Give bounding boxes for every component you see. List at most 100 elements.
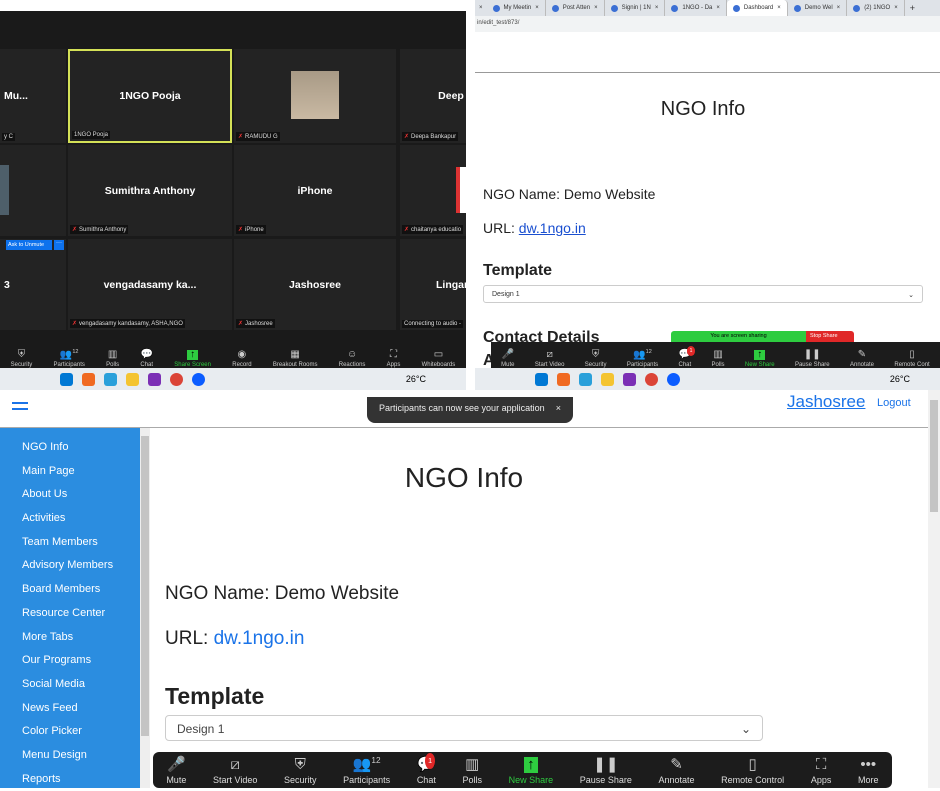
- start-video-button[interactable]: ⧄ Start Video: [213, 757, 257, 786]
- pause-share-button[interactable]: ❚❚ Pause Share: [795, 350, 830, 369]
- folder-icon[interactable]: [601, 372, 614, 386]
- new-tab-button[interactable]: +: [905, 3, 920, 13]
- tab-close-icon[interactable]: ×: [777, 5, 781, 11]
- chat-button[interactable]: 💬 Chat: [140, 350, 153, 369]
- onenote-icon[interactable]: [623, 372, 636, 386]
- browser-tab[interactable]: 1NGO - Da ×: [665, 0, 727, 16]
- participants-button[interactable]: 👥12 Participants: [54, 347, 85, 368]
- edge-icon[interactable]: [535, 372, 548, 386]
- url-link[interactable]: dw.1ngo.in: [214, 628, 305, 649]
- hamburger-menu-icon[interactable]: [12, 402, 28, 410]
- mute-button[interactable]: 🎤 Mute: [501, 350, 514, 369]
- sidebar-item-board-members[interactable]: Board Members: [0, 578, 140, 602]
- sidebar-item-our-programs[interactable]: Our Programs: [0, 649, 140, 673]
- toast-close-button[interactable]: ×: [556, 403, 561, 413]
- remote-cont-button[interactable]: ▯ Remote Cont: [894, 350, 929, 369]
- sidebar-item-main-page[interactable]: Main Page: [0, 460, 140, 484]
- video-tile[interactable]: iPhone ✗ iPhone: [234, 145, 396, 236]
- tab-close-icon[interactable]: ×: [716, 5, 720, 11]
- zoom-icon[interactable]: [667, 372, 680, 386]
- video-tile[interactable]: vengadasamy ka... ✗ vengadasamy kandasamy,…: [68, 239, 232, 330]
- security-button[interactable]: ⛨ Security: [11, 350, 33, 369]
- tab-close-icon[interactable]: ×: [894, 5, 898, 11]
- share-screen-button[interactable]: ↑ Share Screen: [174, 350, 211, 369]
- sidebar-item-menu-design[interactable]: Menu Design: [0, 744, 140, 768]
- start-video-button[interactable]: ⧄ Start Video: [535, 350, 565, 369]
- sidebar-item-about-us[interactable]: About Us: [0, 483, 140, 507]
- edge-icon[interactable]: [60, 372, 73, 386]
- page-scrollbar[interactable]: [928, 390, 940, 788]
- browser-tab[interactable]: Dashboard ×: [726, 0, 788, 16]
- tab-close-icon[interactable]: ×: [837, 5, 841, 11]
- polls-button[interactable]: ▥ Polls: [106, 350, 119, 369]
- browser-tab[interactable]: Demo Wel ×: [788, 0, 848, 16]
- browser-tab[interactable]: (2) 1NGO ×: [847, 0, 905, 16]
- more-options-button[interactable]: ···: [54, 240, 64, 250]
- chrome-icon[interactable]: [170, 372, 183, 386]
- video-tile[interactable]: 1NGO Pooja 1NGO Pooja: [68, 49, 232, 143]
- sidebar-item-color-picker[interactable]: Color Picker: [0, 720, 140, 744]
- new-share-button[interactable]: ↑ New Share: [509, 757, 554, 786]
- chat-button[interactable]: 💬1Chat: [417, 753, 436, 785]
- more-button[interactable]: ••• More: [858, 757, 879, 786]
- sidebar-item-reports[interactable]: Reports: [0, 768, 140, 791]
- remote-control-button[interactable]: ▯ Remote Control: [721, 757, 784, 786]
- browser-tab[interactable]: My Meetin ×: [487, 0, 546, 16]
- telegram-icon[interactable]: [104, 372, 117, 386]
- sidebar-item-more-tabs[interactable]: More Tabs: [0, 626, 140, 650]
- template-select[interactable]: Design 1 ⌄: [483, 285, 923, 303]
- video-tile[interactable]: ✗ RAMUDU G: [234, 49, 396, 143]
- onenote-icon[interactable]: [148, 372, 161, 386]
- mute-button[interactable]: 🎤 Mute: [166, 757, 186, 786]
- user-link[interactable]: Jashosree: [787, 392, 865, 412]
- security-button[interactable]: ⛨ Security: [284, 757, 317, 786]
- tab-close-icon[interactable]: ×: [535, 5, 539, 11]
- apps-button[interactable]: ⛶ Apps: [811, 757, 832, 786]
- video-tile[interactable]: Mu... y C: [0, 49, 66, 143]
- app-icon[interactable]: [557, 372, 570, 386]
- sidebar-item-advisory-members[interactable]: Advisory Members: [0, 554, 140, 578]
- apps-button[interactable]: ⛶ Apps: [387, 350, 401, 369]
- telegram-icon[interactable]: [579, 372, 592, 386]
- zoom-icon[interactable]: [192, 372, 205, 386]
- participants-button[interactable]: 👥12 Participants: [343, 753, 390, 785]
- logout-link[interactable]: Logout: [877, 397, 911, 409]
- browser-tab[interactable]: Post Atten ×: [546, 0, 605, 16]
- new-share-button[interactable]: ↑ New Share: [745, 350, 775, 369]
- address-bar[interactable]: in/edit_test/873/: [475, 16, 940, 32]
- video-tile[interactable]: [0, 145, 66, 236]
- sidebar-item-news-feed[interactable]: News Feed: [0, 697, 140, 721]
- sidebar-item-activities[interactable]: Activities: [0, 507, 140, 531]
- video-tile[interactable]: Lingar Connecting to audio -: [400, 239, 466, 330]
- chat-button[interactable]: 💬1Chat: [679, 346, 696, 368]
- sidebar-item-resource-center[interactable]: Resource Center: [0, 602, 140, 626]
- sidebar-item-ngo-info[interactable]: NGO Info: [0, 436, 140, 460]
- participants-button[interactable]: 👥12 Participants: [627, 347, 658, 368]
- record-button[interactable]: ◉ Record: [232, 350, 251, 369]
- sidebar-item-social-media[interactable]: Social Media: [0, 673, 140, 697]
- annotate-button[interactable]: ✎ Annotate: [658, 757, 694, 786]
- polls-button[interactable]: ▥ Polls: [712, 350, 725, 369]
- video-tile[interactable]: Jashosree ✗ Jashosree: [234, 239, 396, 330]
- folder-icon[interactable]: [126, 372, 139, 386]
- template-select[interactable]: Design 1 ⌄: [165, 715, 763, 741]
- tab-close-icon[interactable]: ×: [594, 5, 598, 11]
- video-tile[interactable]: Deep ✗ Deepa Bankapur: [400, 49, 466, 143]
- sidebar-item-team-members[interactable]: Team Members: [0, 531, 140, 555]
- ask-to-unmute-button[interactable]: Ask to Unmute: [6, 240, 52, 250]
- stop-share-button[interactable]: Stop Share: [806, 331, 854, 342]
- polls-button[interactable]: ▥ Polls: [462, 757, 482, 786]
- tab-close-icon[interactable]: ×: [655, 5, 659, 11]
- browser-tab[interactable]: Signin | 1N ×: [605, 0, 666, 16]
- annotate-button[interactable]: ✎ Annotate: [850, 350, 874, 369]
- video-tile[interactable]: 3: [0, 239, 66, 330]
- video-tile[interactable]: ✗ chaitanya educatio: [400, 145, 466, 236]
- chrome-icon[interactable]: [645, 372, 658, 386]
- url-link[interactable]: dw.1ngo.in: [519, 220, 586, 236]
- video-tile[interactable]: Sumithra Anthony ✗ Sumithra Anthony: [68, 145, 232, 236]
- app-icon[interactable]: [82, 372, 95, 386]
- security-button[interactable]: ⛨ Security: [585, 350, 607, 369]
- pause-share-button[interactable]: ❚❚ Pause Share: [580, 757, 632, 786]
- reactions-button[interactable]: ☺ Reactions: [339, 350, 366, 369]
- breakout-rooms-button[interactable]: ▦ Breakout Rooms: [273, 350, 318, 369]
